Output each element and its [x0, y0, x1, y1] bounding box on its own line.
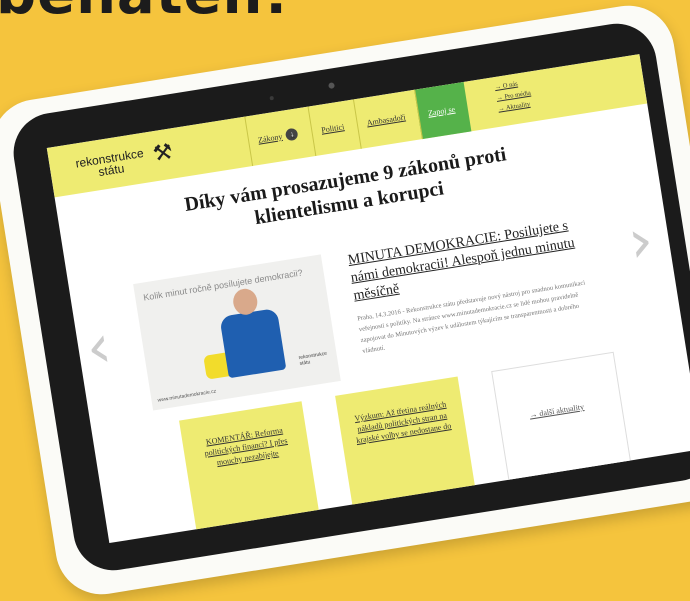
- hammer-logo-icon: ⚒: [151, 138, 175, 167]
- camera-dot: [328, 82, 335, 90]
- news-card-komentar[interactable]: KOMENTÁŘ: Reforma politických financí? I…: [179, 401, 321, 540]
- photo-logo: rekonstrukce státu: [298, 350, 328, 368]
- person-figure: [219, 307, 287, 379]
- site-logo[interactable]: rekonstrukce státu: [74, 146, 147, 181]
- card-title-komentar[interactable]: KOMENTÁŘ: Reforma politických financí? I…: [192, 423, 300, 472]
- background-heading: benaten!: [0, 0, 290, 27]
- nav-label-zakony: Zákony: [257, 131, 283, 145]
- card-title-vyzkum[interactable]: Výzkum: Až třetina reálných nákladů poli…: [348, 398, 456, 447]
- nav-label-politici: Politici: [320, 121, 345, 135]
- nav-label-ambasadori: Ambasadoři: [366, 112, 407, 128]
- arrow-down-icon: ↓: [285, 127, 299, 142]
- secondary-links: → O nás → Pro média → Aktuality: [494, 77, 533, 115]
- more-news-link[interactable]: → další aktuality: [529, 402, 585, 420]
- news-card-more: → další aktuality: [491, 351, 633, 490]
- nav-item-ambasadori[interactable]: Ambasadoři: [352, 89, 423, 149]
- carousel-next-icon[interactable]: ›: [623, 205, 658, 278]
- tablet-screen: rekonstrukce státu ⚒ Zákony ↓ Politici A…: [46, 54, 690, 544]
- photo-url: www.minutademokracie.cz: [157, 388, 217, 404]
- sensor-dot: [269, 95, 275, 101]
- photo-caption: Kolik minut ročně posílujete demokracii?: [142, 267, 304, 303]
- carousel-prev-icon[interactable]: ‹: [81, 311, 116, 384]
- nav-item-zakony[interactable]: Zákony ↓: [244, 106, 316, 167]
- nav-item-zapoj-se[interactable]: Zapoj se: [414, 81, 472, 140]
- article-photo[interactable]: Kolik minut ročně posílujete demokracii?…: [133, 254, 341, 411]
- nav-item-politici[interactable]: Politici: [307, 99, 361, 157]
- nav-label-zapoj-se: Zapoj se: [427, 104, 456, 118]
- news-card-vyzkum[interactable]: Výzkum: Až třetina reálných nákladů poli…: [335, 376, 477, 515]
